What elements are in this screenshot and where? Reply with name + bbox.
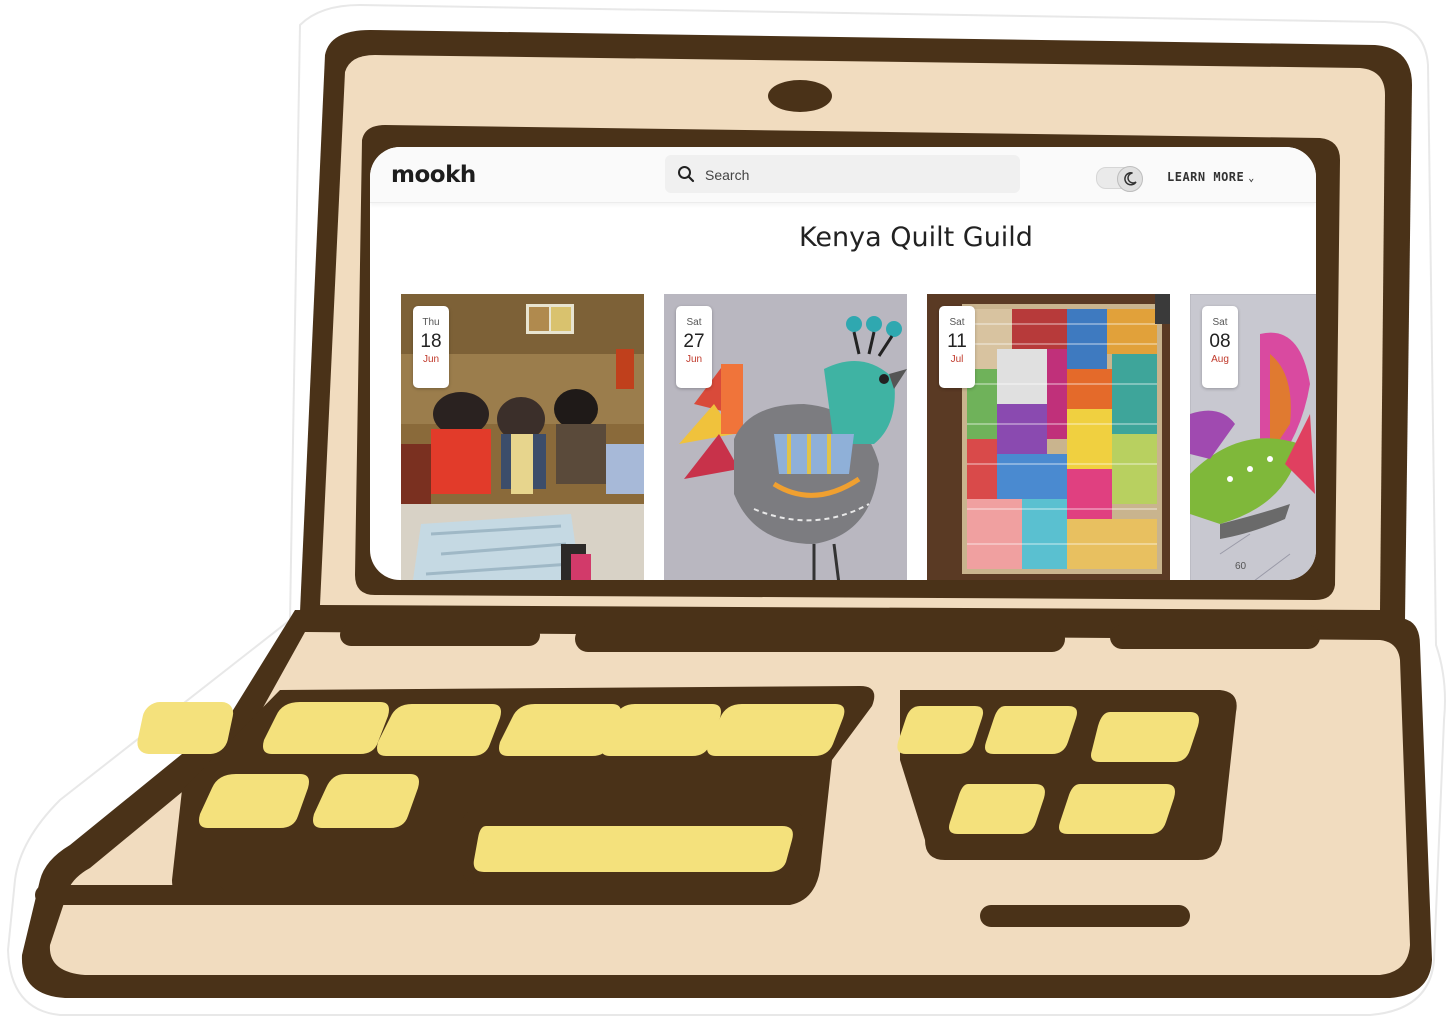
event-month: Jun — [685, 354, 703, 365]
event-date-badge: Thu 18 Jun — [413, 306, 449, 388]
dark-mode-toggle[interactable] — [1096, 166, 1143, 192]
moon-icon — [1124, 172, 1137, 186]
top-navbar: mookh LEARN MORE⌄ — [370, 147, 1316, 203]
event-month: Jun — [422, 354, 440, 365]
page-title: Kenya Quilt Guild — [799, 222, 1033, 253]
event-day: 11 — [947, 331, 967, 352]
search-icon — [678, 166, 695, 183]
event-date-badge: Sat 27 Jun — [676, 306, 712, 388]
event-day: 18 — [420, 331, 442, 352]
event-weekday: Sat — [949, 317, 965, 328]
learn-more-menu[interactable]: LEARN MORE ⌄ — [1167, 169, 1255, 185]
event-weekday: Sat — [1212, 317, 1228, 328]
event-date-badge: Sat 08 Aug — [1202, 306, 1238, 388]
event-card[interactable]: Thu 18 Jun — [401, 294, 644, 580]
event-month: Jul — [950, 354, 964, 365]
event-day: 27 — [683, 331, 705, 352]
event-card[interactable]: 60 Sat 08 Aug — [1190, 294, 1316, 580]
event-card[interactable]: Sat 27 Jun — [664, 294, 907, 580]
event-date-badge: Sat 11 Jul — [939, 306, 975, 388]
event-weekday: Thu — [422, 317, 440, 328]
mookh-logo[interactable]: mookh — [391, 161, 476, 189]
chevron-down-icon: ⌄ — [1248, 173, 1255, 184]
search-bar[interactable] — [665, 155, 1020, 195]
event-weekday: Sat — [686, 317, 702, 328]
toggle-knob — [1117, 166, 1143, 192]
event-day: 08 — [1209, 331, 1231, 352]
browser-screen: mookh LEARN MORE⌄ Kenya Quilt Guild — [370, 147, 1316, 580]
event-card[interactable]: Sat 11 Jul — [927, 294, 1170, 580]
learn-more-label: LEARN MORE — [1167, 170, 1245, 184]
event-month: Aug — [1211, 354, 1229, 365]
svg-text:60: 60 — [1235, 561, 1247, 572]
search-input[interactable] — [703, 155, 1007, 195]
